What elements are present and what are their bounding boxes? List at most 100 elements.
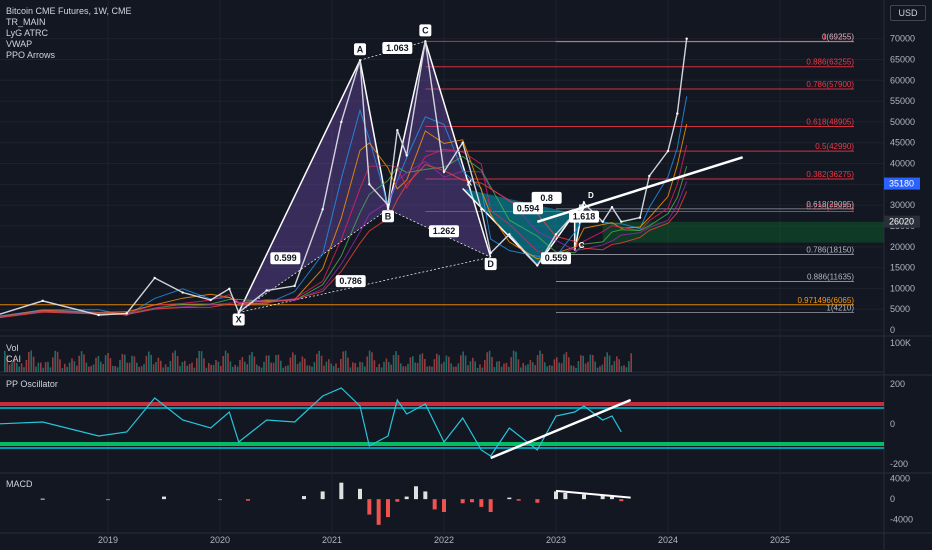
volume-bar (347, 357, 349, 372)
volume-bar (392, 354, 395, 372)
volume-bar (368, 350, 371, 372)
currency-badge[interactable]: USD (890, 5, 926, 21)
ratio-label: 1.262 (433, 226, 456, 236)
fib-level-label: 0(69255) (822, 33, 854, 42)
volume-bar (503, 363, 505, 372)
volume-bar (493, 367, 496, 372)
volume-bar (23, 367, 25, 372)
chart-canvas[interactable]: 2019 2020 2021 2022 2023 2024 2025 0 5000 10000 15… (0, 0, 932, 550)
volume-bar (330, 363, 332, 372)
volume-bar (563, 354, 565, 372)
volume-bar (287, 365, 289, 372)
macd-bar (470, 499, 474, 503)
volume-bar (304, 358, 306, 372)
volume-bar (37, 362, 40, 372)
volume-bar (481, 367, 484, 372)
indicator-vwap[interactable]: VWAP (6, 39, 132, 50)
price-point (601, 220, 604, 223)
macd-bar (320, 491, 325, 500)
volume-bar (548, 365, 551, 372)
y-tick-label: 65000 (890, 54, 915, 64)
oscillator-pane-label: PP Oscillator (6, 379, 58, 389)
volume-bar (78, 355, 80, 372)
price-point (685, 37, 688, 40)
volume-bar (256, 364, 258, 372)
volume-bar (215, 360, 217, 372)
price-point (648, 174, 651, 178)
volume-bar (104, 355, 107, 372)
indicator-tr-main[interactable]: TR_MAIN (6, 17, 132, 28)
volume-bar (431, 366, 433, 372)
volume-bar (361, 362, 364, 372)
volume-bar (222, 356, 224, 372)
volume-bar (8, 364, 11, 372)
price-point (228, 287, 231, 290)
volume-bar (426, 366, 428, 372)
volume-bar (16, 362, 18, 372)
fib-level-label: 0.382(36275) (806, 170, 854, 179)
volume-bar (424, 358, 426, 372)
volume-bar (421, 353, 424, 372)
y-tick-label: 0 (890, 325, 895, 335)
pattern-point-c: C (422, 25, 429, 35)
macd-bar (442, 499, 446, 512)
ratio-label: 1.063 (386, 43, 409, 53)
price-point (265, 289, 268, 292)
ratio-label: 0.8 (540, 193, 553, 203)
indicator-lyg-atrc[interactable]: LyG ATRC (6, 28, 132, 39)
volume-bar (90, 365, 92, 372)
y-tick-label: 60000 (890, 75, 915, 85)
macd-pane-label: MACD (6, 479, 33, 489)
volume-bar (328, 359, 330, 372)
volume-bar (383, 361, 385, 372)
price-point (461, 141, 464, 144)
volume-bar (608, 355, 611, 372)
volume-bar (556, 357, 558, 372)
volume-bar (164, 364, 167, 372)
volume-bar (116, 367, 119, 372)
volume-bar (112, 365, 114, 372)
volume-bar (32, 356, 35, 372)
volume-bar (488, 350, 491, 372)
volume-bar (210, 364, 212, 372)
y-tick-label: 70000 (890, 34, 915, 44)
volume-bar (472, 357, 474, 372)
volume-bar (568, 357, 570, 372)
volume-bar (265, 355, 268, 372)
price-point (153, 276, 156, 280)
volume-bar (551, 365, 553, 372)
volume-bar (102, 364, 104, 372)
macd-bar (358, 488, 362, 500)
volume-bar (64, 363, 66, 372)
volume-bar (268, 355, 270, 372)
y-tick-label: 5000 (890, 304, 910, 314)
volume-bar (140, 366, 143, 372)
volume-bar (623, 365, 625, 372)
volume-bar (47, 361, 49, 372)
cai-pane-label: CAI (6, 354, 22, 364)
indicator-ppo-arrows[interactable]: PPO Arrows (6, 50, 132, 61)
volume-bar (35, 366, 37, 372)
volume-bar (56, 351, 59, 372)
volume-bar (253, 356, 256, 372)
volume-bar (220, 366, 222, 372)
x-tick-label: 2022 (434, 535, 454, 545)
price-badge-label: 26020 (889, 217, 914, 227)
volume-bar (272, 362, 275, 372)
volume-bar (241, 357, 244, 372)
fib-level-label: 1(4210) (826, 303, 854, 312)
volume-bar (167, 366, 169, 372)
price-badge-label: 35180 (889, 179, 914, 189)
volume-bar (580, 355, 582, 372)
volume-bar (524, 365, 527, 372)
fib-level-label: 0.5(42990) (815, 142, 854, 151)
oscillator-tick-label: 0 (890, 419, 895, 429)
macd-bar (507, 497, 512, 500)
volume-bar (88, 366, 90, 372)
volume-bar (196, 358, 198, 372)
y-tick-label: 50000 (890, 117, 915, 127)
volume-bar (292, 352, 294, 372)
price-point (181, 291, 184, 294)
volume-bar (234, 364, 236, 372)
volume-bar (546, 366, 548, 372)
